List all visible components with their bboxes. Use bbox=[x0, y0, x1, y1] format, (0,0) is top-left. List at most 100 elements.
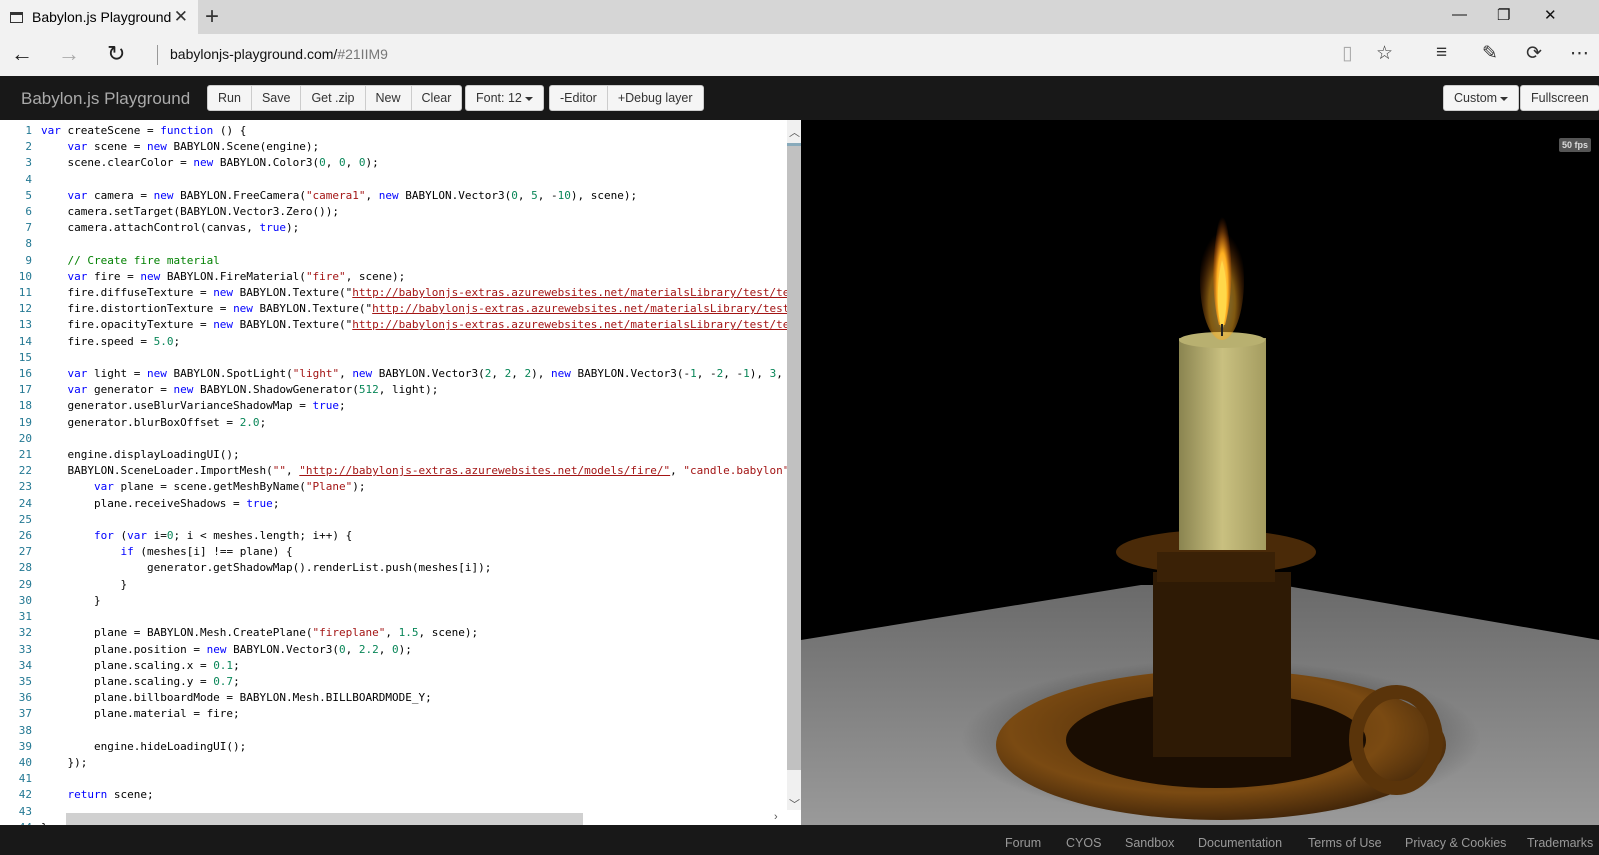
code-line[interactable]: 7 camera.attachControl(canvas, true); bbox=[0, 220, 801, 236]
file-button-group: Run Save Get .zip New Clear bbox=[207, 85, 463, 111]
code-line[interactable]: 39 engine.hideLoadingUI(); bbox=[0, 739, 801, 755]
footer-link-documentation[interactable]: Documentation bbox=[1198, 836, 1282, 850]
run-button[interactable]: Run bbox=[208, 86, 252, 110]
code-line[interactable]: 31 bbox=[0, 609, 801, 625]
code-line[interactable]: 35 plane.scaling.y = 0.7; bbox=[0, 674, 801, 690]
scroll-up-icon[interactable]: ︿ bbox=[789, 124, 800, 140]
code-line[interactable]: 1 var createScene = function () { bbox=[0, 123, 801, 139]
code-token: new bbox=[193, 156, 214, 170]
code-line[interactable]: 21 engine.displayLoadingUI(); bbox=[0, 447, 801, 463]
code-line[interactable]: 40 }); bbox=[0, 755, 801, 771]
share-icon[interactable]: ⟳ bbox=[1526, 42, 1542, 65]
more-icon[interactable]: ⋯ bbox=[1570, 42, 1589, 65]
code-line[interactable]: 16 var light = new BABYLON.SpotLight("li… bbox=[0, 366, 801, 382]
code-line[interactable]: 20 bbox=[0, 431, 801, 447]
font-dropdown[interactable]: Font: 12 bbox=[466, 86, 543, 110]
reading-view-icon[interactable]: ▯ bbox=[1342, 42, 1352, 65]
line-number: 37 bbox=[18, 707, 32, 721]
scroll-down-icon[interactable]: ﹀ bbox=[789, 796, 800, 812]
footer-link-trademarks[interactable]: Trademarks bbox=[1527, 836, 1593, 850]
code-line[interactable]: 18 generator.useBlurVarianceShadowMap = … bbox=[0, 398, 801, 414]
maximize-icon[interactable]: ❐ bbox=[1497, 6, 1510, 24]
code-token: } bbox=[41, 577, 128, 591]
code-line[interactable]: 23 var plane = scene.getMeshByName("Plan… bbox=[0, 479, 801, 495]
code-line[interactable]: 3 scene.clearColor = new BABYLON.Color3(… bbox=[0, 155, 801, 171]
code-token: 0.7 bbox=[213, 674, 234, 688]
footer-link-privacy[interactable]: Privacy & Cookies bbox=[1405, 836, 1506, 850]
code-token: var bbox=[127, 529, 147, 543]
code-line[interactable]: 28 generator.getShadowMap().renderList.p… bbox=[0, 560, 801, 576]
code-line[interactable]: 2 var scene = new BABYLON.Scene(engine); bbox=[0, 139, 801, 155]
new-button[interactable]: New bbox=[366, 86, 412, 110]
code-line[interactable]: 6 camera.setTarget(BABYLON.Vector3.Zero(… bbox=[0, 204, 801, 220]
code-line[interactable]: 26 for (var i=0; i < meshes.length; i++)… bbox=[0, 528, 801, 544]
code-token: 1 bbox=[743, 367, 750, 381]
code-token: i= bbox=[146, 529, 167, 543]
code-line[interactable]: 37 plane.material = fire; bbox=[0, 706, 801, 722]
url-field[interactable]: babylonjs-playground.com/#21IIM9 bbox=[170, 46, 388, 62]
editor-toggle-button[interactable]: -Editor bbox=[550, 86, 608, 110]
line-number: 33 bbox=[18, 642, 32, 656]
save-button[interactable]: Save bbox=[252, 86, 302, 110]
render-canvas[interactable] bbox=[801, 120, 1599, 825]
code-token: 0 bbox=[319, 156, 326, 170]
code-line[interactable]: 8 bbox=[0, 236, 801, 252]
code-line[interactable]: 15 bbox=[0, 350, 801, 366]
code-line[interactable]: 4 bbox=[0, 172, 801, 188]
code-line[interactable]: 25 bbox=[0, 512, 801, 528]
footer-link-cyos[interactable]: CYOS bbox=[1066, 836, 1101, 850]
footer-link-forum[interactable]: Forum bbox=[1005, 836, 1041, 850]
back-icon[interactable]: ← bbox=[11, 41, 33, 67]
code-line[interactable]: 33 plane.position = new BABYLON.Vector3(… bbox=[0, 642, 801, 658]
code-token: return bbox=[67, 788, 108, 802]
code-line[interactable]: 29 } bbox=[0, 577, 801, 593]
hub-icon[interactable]: ≡ bbox=[1436, 42, 1447, 64]
code-line[interactable]: 17 var generator = new BABYLON.ShadowGen… bbox=[0, 382, 801, 398]
forward-icon[interactable]: → bbox=[58, 41, 80, 67]
minimize-icon[interactable]: — bbox=[1452, 6, 1467, 23]
code-line[interactable]: 32 plane = BABYLON.Mesh.CreatePlane("fir… bbox=[0, 625, 801, 641]
get-zip-button[interactable]: Get .zip bbox=[301, 86, 366, 110]
code-line[interactable]: 19 generator.blurBoxOffset = 2.0; bbox=[0, 415, 801, 431]
code-token: , light); bbox=[378, 383, 439, 397]
code-line[interactable]: 42 return scene; bbox=[0, 787, 801, 803]
window-close-icon[interactable]: ✕ bbox=[1544, 6, 1557, 24]
fullscreen-button[interactable]: Fullscreen bbox=[1521, 86, 1599, 110]
code-token: , bbox=[339, 367, 353, 381]
horizontal-scrollbar-thumb[interactable] bbox=[66, 813, 583, 825]
code-line[interactable]: 11 fire.diffuseTexture = new BABYLON.Tex… bbox=[0, 285, 801, 301]
code-token: BABYLON.Vector3( bbox=[226, 642, 340, 656]
custom-dropdown[interactable]: Custom bbox=[1444, 86, 1518, 110]
code-token: BABYLON.ShadowGenerator( bbox=[193, 383, 359, 397]
code-line[interactable]: 22 BABYLON.SceneLoader.ImportMesh("", "h… bbox=[0, 463, 801, 479]
vertical-scrollbar-thumb[interactable] bbox=[787, 146, 801, 770]
code-lines[interactable]: 1 var createScene = function () {2 var sc… bbox=[0, 123, 801, 825]
web-note-icon[interactable]: ✎ bbox=[1482, 42, 1498, 65]
code-line[interactable]: 9 // Create fire material bbox=[0, 253, 801, 269]
clear-button[interactable]: Clear bbox=[412, 86, 462, 110]
code-token: var bbox=[67, 140, 88, 154]
new-tab-icon[interactable]: + bbox=[205, 3, 219, 31]
code-line[interactable]: 24 plane.receiveShadows = true; bbox=[0, 496, 801, 512]
code-line[interactable]: 27 if (meshes[i] !== plane) { bbox=[0, 544, 801, 560]
code-line[interactable]: 36 plane.billboardMode = BABYLON.Mesh.BI… bbox=[0, 690, 801, 706]
debug-layer-button[interactable]: +Debug layer bbox=[608, 86, 703, 110]
code-line[interactable]: 12 fire.distortionTexture = new BABYLON.… bbox=[0, 301, 801, 317]
favorite-star-icon[interactable]: ☆ bbox=[1376, 42, 1393, 65]
code-line[interactable]: 38 bbox=[0, 723, 801, 739]
code-line[interactable]: 10 var fire = new BABYLON.FireMaterial("… bbox=[0, 269, 801, 285]
tab-close-icon[interactable]: ✕ bbox=[174, 7, 188, 27]
code-editor[interactable]: 1 var createScene = function () {2 var sc… bbox=[0, 120, 801, 825]
code-line[interactable]: 41 bbox=[0, 771, 801, 787]
footer-link-terms[interactable]: Terms of Use bbox=[1308, 836, 1382, 850]
code-line[interactable]: 13 fire.opacityTexture = new BABYLON.Tex… bbox=[0, 317, 801, 333]
refresh-icon[interactable]: ↻ bbox=[107, 41, 125, 67]
code-line[interactable]: 34 plane.scaling.x = 0.1; bbox=[0, 658, 801, 674]
footer-link-sandbox[interactable]: Sandbox bbox=[1125, 836, 1174, 850]
code-line[interactable]: 14 fire.speed = 5.0; bbox=[0, 334, 801, 350]
browser-tab[interactable]: Babylon.js Playground ✕ bbox=[0, 0, 198, 34]
code-line[interactable]: 30 } bbox=[0, 593, 801, 609]
scroll-right-icon[interactable]: › bbox=[774, 811, 778, 823]
code-line[interactable]: 5 var camera = new BABYLON.FreeCamera("c… bbox=[0, 188, 801, 204]
code-token: camera = bbox=[87, 188, 154, 202]
